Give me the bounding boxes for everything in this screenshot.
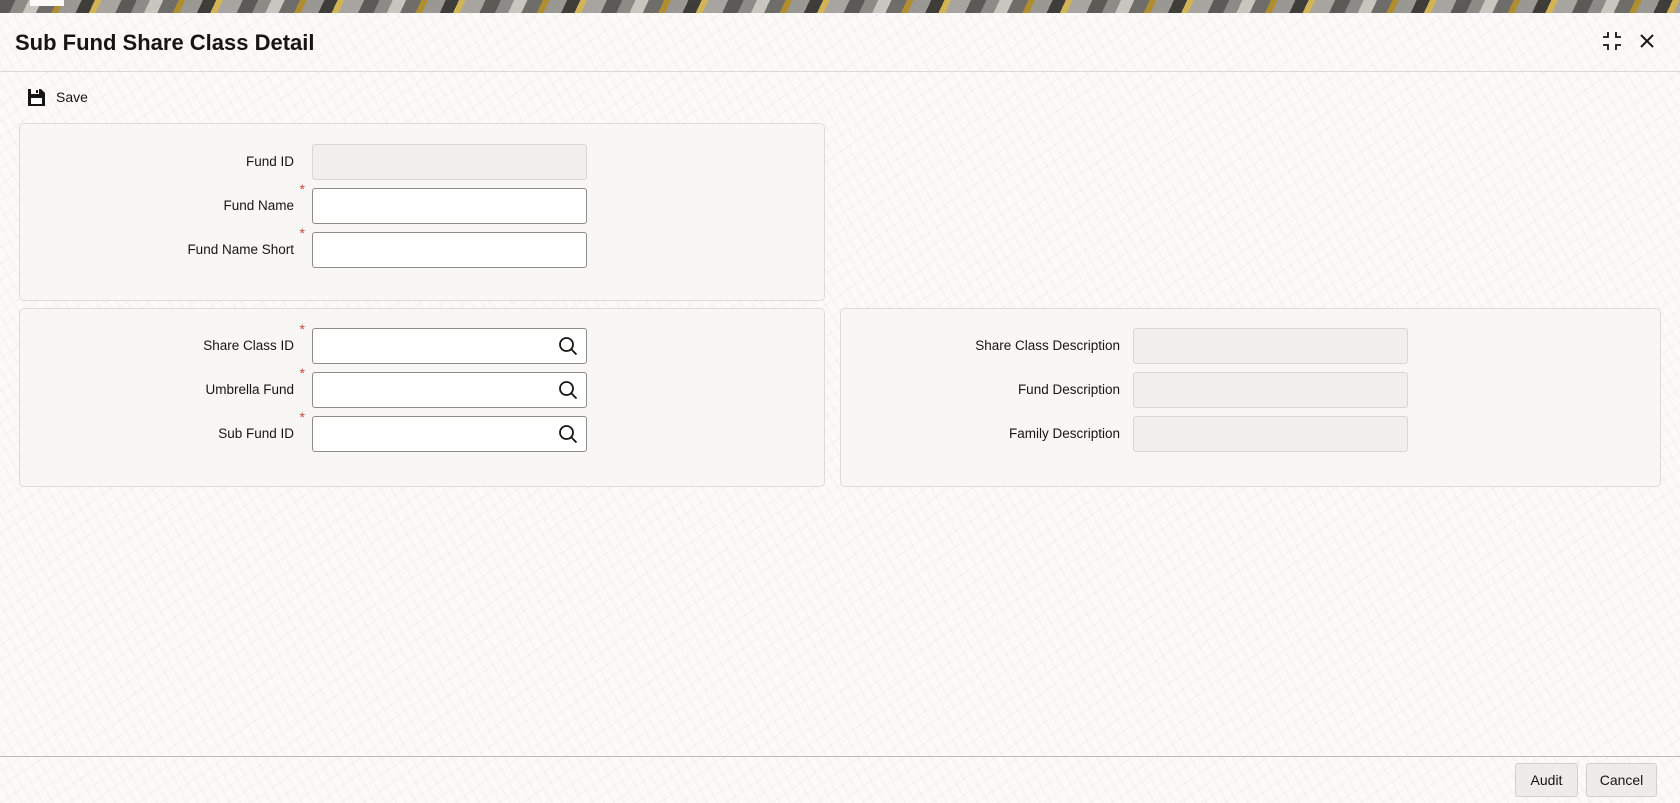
fund-name-field[interactable] — [312, 188, 587, 224]
fund-id-label: Fund ID — [245, 154, 294, 169]
fund-name-short-row: Fund Name Short * — [20, 225, 824, 268]
fund-description-label: Fund Description — [1017, 382, 1120, 397]
fund-description-field — [1133, 372, 1408, 408]
fund-name-short-field[interactable] — [312, 232, 587, 268]
top-banner-strip — [0, 0, 1680, 13]
sub-fund-id-label: Sub Fund ID — [218, 426, 294, 441]
floppy-disk-icon — [28, 88, 45, 106]
close-button[interactable] — [1633, 27, 1661, 55]
cancel-button[interactable]: Cancel — [1586, 763, 1657, 797]
share-class-description-field — [1133, 328, 1408, 364]
share-class-id-row: Share Class ID * — [20, 321, 824, 364]
window-header: Sub Fund Share Class Detail — [0, 13, 1680, 72]
fund-id-field — [312, 144, 587, 180]
search-icon — [559, 425, 578, 444]
share-class-id-lookup-button[interactable] — [549, 328, 587, 364]
save-label: Save — [56, 89, 88, 105]
required-marker: * — [299, 181, 305, 197]
required-marker: * — [299, 225, 305, 241]
umbrella-fund-field[interactable] — [312, 372, 587, 408]
sub-fund-id-lookup-button[interactable] — [549, 416, 587, 452]
umbrella-fund-row: Umbrella Fund * — [20, 365, 824, 408]
fund-description-row: Fund Description — [841, 372, 1660, 408]
required-marker: * — [299, 409, 305, 425]
share-class-id-label: Share Class ID — [203, 338, 294, 353]
description-panel: Share Class Description Fund Description… — [840, 308, 1661, 487]
umbrella-fund-label: Umbrella Fund — [205, 382, 294, 397]
sub-fund-id-field[interactable] — [312, 416, 587, 452]
family-description-label: Family Description — [1008, 426, 1120, 441]
banner-tab — [30, 0, 64, 6]
share-class-id-field[interactable] — [312, 328, 587, 364]
share-class-description-label: Share Class Description — [975, 338, 1120, 353]
search-icon — [559, 381, 578, 400]
fund-name-row: Fund Name * — [20, 181, 824, 224]
required-marker: * — [299, 321, 305, 337]
audit-button[interactable]: Audit — [1515, 763, 1578, 797]
sub-fund-id-row: Sub Fund ID * — [20, 409, 824, 452]
family-description-row: Family Description — [841, 416, 1660, 452]
family-description-field — [1133, 416, 1408, 452]
share-class-panel: Share Class ID * Umbrella Fund * Sub Fun… — [19, 308, 825, 487]
share-class-description-row: Share Class Description — [841, 328, 1660, 364]
umbrella-fund-lookup-button[interactable] — [549, 372, 587, 408]
close-icon — [1640, 34, 1654, 48]
page-title: Sub Fund Share Class Detail — [15, 30, 315, 55]
minimize-button[interactable] — [1598, 27, 1626, 55]
footer-divider — [0, 756, 1680, 757]
save-button[interactable]: Save — [26, 85, 88, 109]
fund-name-label: Fund Name — [223, 198, 294, 213]
required-marker: * — [299, 365, 305, 381]
fund-name-short-label: Fund Name Short — [187, 242, 294, 257]
search-icon — [559, 337, 578, 356]
fund-panel: Fund ID Fund Name * Fund Name Short * — [19, 123, 825, 301]
collapse-arrows-icon — [1603, 32, 1621, 50]
fund-id-row: Fund ID — [20, 144, 824, 180]
